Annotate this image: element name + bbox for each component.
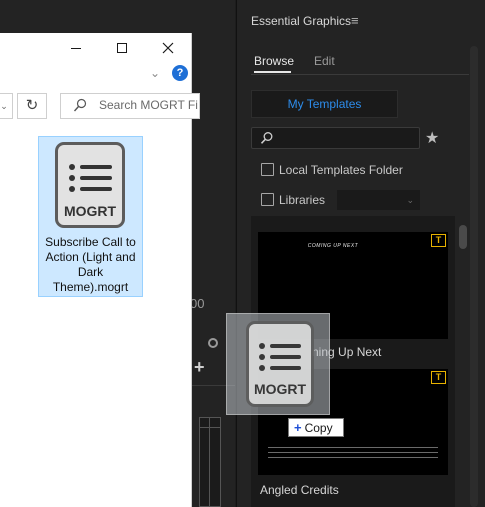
list-line — [270, 344, 301, 348]
refresh-button[interactable]: ↻ — [17, 93, 47, 119]
libraries-label: Libraries — [279, 193, 326, 207]
favorites-star-icon[interactable]: ★ — [425, 128, 439, 148]
local-templates-checkbox[interactable] — [261, 163, 274, 176]
panel-menu-icon[interactable]: ≡ — [351, 13, 359, 28]
drag-ghost: MOGRT — [226, 313, 330, 415]
tab-browse[interactable]: Browse — [254, 54, 294, 68]
search-input[interactable] — [99, 98, 199, 112]
close-button[interactable] — [158, 39, 178, 57]
timecode-fragment: 00 — [190, 296, 205, 311]
bullet-dot — [259, 343, 265, 349]
minimize-icon — [71, 48, 81, 49]
maximize-icon — [117, 43, 127, 53]
expand-ribbon-chevron-icon[interactable]: ⌄ — [150, 66, 160, 80]
help-button[interactable]: ? — [172, 65, 188, 81]
essential-graphics-panel: Essential Graphics ≡ Browse Edit My Temp… — [236, 0, 485, 507]
title-bar — [0, 33, 192, 63]
mogrt-file-item[interactable]: MOGRT Subscribe Call to Action (Light an… — [38, 136, 143, 297]
text-template-badge-icon: T — [431, 234, 446, 247]
copy-tooltip: + Copy — [288, 418, 344, 437]
libraries-dropdown[interactable]: ⌄ — [337, 190, 420, 210]
list-line — [270, 355, 301, 359]
maximize-button[interactable] — [112, 39, 132, 57]
thumbnail-text: COMING UP NEXT — [307, 243, 359, 249]
minimize-button[interactable] — [66, 39, 86, 57]
text-template-badge-icon: T — [431, 371, 446, 384]
bullet-dot — [69, 186, 75, 192]
track-header-grid — [199, 417, 221, 507]
search-icon — [260, 132, 273, 144]
my-templates-button[interactable]: My Templates — [251, 90, 398, 118]
mogrt-icon-text: MOGRT — [253, 381, 307, 397]
template-list-scrollbar-thumb[interactable] — [459, 225, 467, 249]
local-templates-label: Local Templates Folder — [279, 163, 403, 177]
list-line — [270, 366, 301, 370]
list-line — [80, 176, 112, 180]
mogrt-icon-text: MOGRT — [63, 203, 117, 219]
panel-scrollbar[interactable] — [470, 46, 478, 507]
list-line — [80, 187, 112, 191]
tab-edit[interactable]: Edit — [314, 54, 335, 68]
template-name: Angled Credits — [260, 483, 339, 497]
bullet-dot — [69, 175, 75, 181]
mogrt-file-icon: MOGRT — [55, 142, 125, 228]
template-search-field[interactable] — [251, 127, 420, 149]
bullet-dot — [259, 354, 265, 360]
playhead-handle[interactable] — [208, 338, 218, 348]
address-row: ⌄ ↻ — [0, 91, 200, 121]
ribbon-row: ⌄ ? — [0, 63, 192, 89]
copy-label: Copy — [304, 421, 333, 435]
active-tab-underline — [254, 71, 291, 73]
bullet-dot — [69, 164, 75, 170]
search-icon — [73, 98, 87, 112]
mogrt-file-icon: MOGRT — [246, 321, 314, 407]
list-line — [80, 165, 112, 169]
credits-preview — [268, 443, 438, 469]
panel-title: Essential Graphics — [251, 14, 352, 28]
divider — [251, 74, 469, 75]
libraries-checkbox[interactable] — [261, 193, 274, 206]
address-dropdown-chevron-icon[interactable]: ⌄ — [0, 93, 13, 119]
plus-icon: + — [294, 420, 302, 435]
add-button[interactable]: + — [194, 357, 205, 378]
close-icon — [162, 42, 174, 54]
bullet-dot — [259, 365, 265, 371]
file-explorer-window: ⌄ ? ⌄ ↻ MOGRT Subscribe Call to Action (… — [0, 33, 200, 507]
search-box[interactable] — [60, 93, 200, 119]
file-name-label: Subscribe Call to Action (Light and Dark… — [45, 235, 136, 294]
